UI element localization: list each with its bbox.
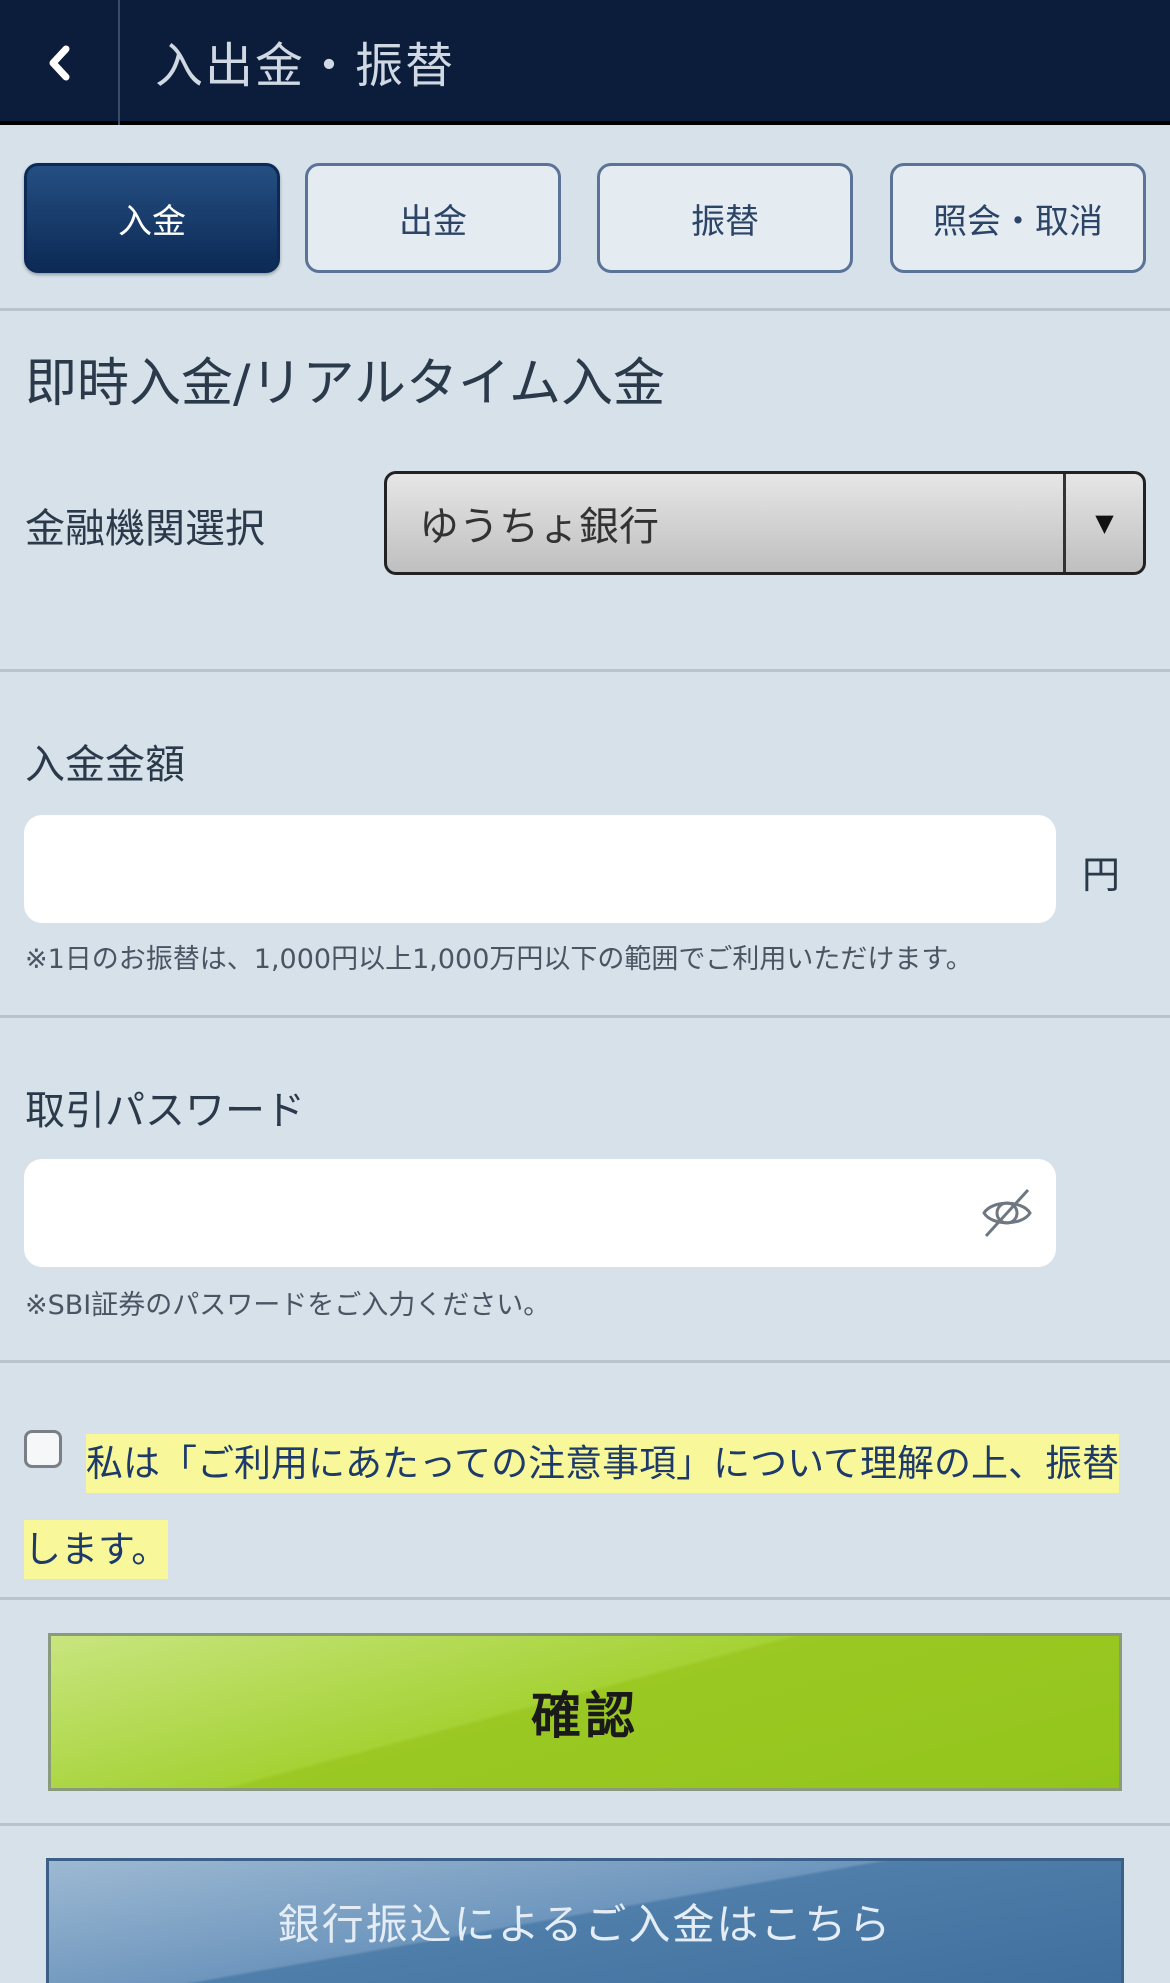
app-header: 入出金・振替 [0,0,1170,125]
back-button[interactable] [0,0,120,125]
amount-note: ※1日のお振替は、1,000円以上1,000万円以下の範囲でご利用いただけます。 [25,944,973,975]
amount-section: 入金金額 円 ※1日のお振替は、1,000円以上1,000万円以下の範囲でご利用… [0,672,1170,1018]
institution-select[interactable]: ゆうちょ銀行 ▼ [384,471,1146,575]
institution-label: 金融機関選択 [25,506,265,552]
agreement-label[interactable]: 私は「ご利用にあたっての注意事項」について理解の上、振替します。 [24,1434,1120,1579]
password-section: 取引パスワード ※SBI証券のパスワードをご入力ください。 [0,1018,1170,1363]
confirm-button[interactable]: 確認 [48,1633,1122,1791]
amount-unit: 円 [1082,853,1121,897]
section-title: 即時入金/リアルタイム入金 [25,354,665,414]
tab-deposit[interactable]: 入金 [24,163,280,273]
password-note: ※SBI証券のパスワードをご入力ください。 [25,1290,551,1321]
password-label: 取引パスワード [25,1088,305,1134]
chevron-left-icon [49,45,70,80]
tab-transfer[interactable]: 振替 [597,163,853,273]
tab-inquiry-cancel[interactable]: 照会・取消 [890,163,1146,273]
agreement-section: 私は「ご利用にあたっての注意事項」について理解の上、振替します。 [0,1363,1170,1600]
tab-bar: 入金 出金 振替 照会・取消 [0,129,1170,311]
agreement-text: 私は「ご利用にあたっての注意事項」について理解の上、振替します。 [24,1421,1146,1593]
tab-withdraw[interactable]: 出金 [305,163,561,273]
password-field[interactable] [24,1159,1056,1267]
institution-selected-value: ゆうちょ銀行 [419,504,659,550]
amount-input[interactable] [24,815,1056,923]
amount-label: 入金金額 [25,742,185,788]
page-title: 入出金・振替 [155,38,456,94]
dropdown-arrow-icon: ▼ [1063,474,1143,572]
institution-section: 即時入金/リアルタイム入金 金融機関選択 ゆうちょ銀行 ▼ [0,311,1170,672]
eye-slash-icon[interactable] [978,1184,1036,1242]
bank-transfer-button[interactable]: 銀行振込によるご入金はこちら [46,1858,1124,1983]
